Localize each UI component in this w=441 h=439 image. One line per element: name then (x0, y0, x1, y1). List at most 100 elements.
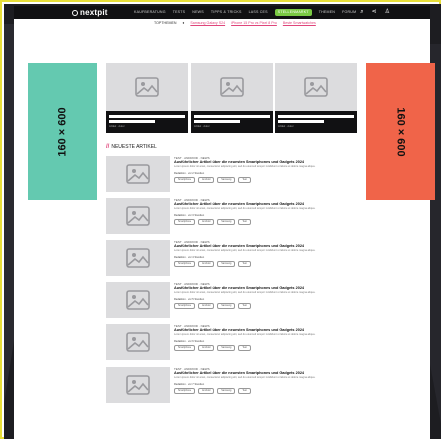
user-icon[interactable]: ♙ (385, 9, 390, 16)
article-author: Redaktion · vor 5 Stunden (174, 298, 205, 301)
article-excerpt: Lorem ipsum dolor sit amet, consectetur … (174, 207, 316, 210)
article-tag[interactable]: Samsung (217, 177, 236, 183)
article-tag[interactable]: Smartphone (174, 303, 196, 309)
article-thumbnail[interactable] (106, 324, 170, 360)
logo-icon (72, 9, 78, 16)
nav-item-stellenmarkt[interactable]: STELLENMARKT (274, 9, 312, 16)
article-excerpt: Lorem ipsum dolor sit amet, consectetur … (174, 165, 316, 168)
ad-skyscraper-right[interactable]: 160 × 600 (366, 63, 435, 200)
featured-card[interactable]: Artikel · Autor (191, 63, 273, 133)
article-tag[interactable]: Android (198, 219, 215, 225)
logo-text: nextpit (80, 8, 108, 17)
article-thumbnail[interactable] (106, 282, 170, 318)
top-topics-label: TOPTHEMEN (154, 21, 177, 25)
article-tag[interactable]: Android (198, 177, 215, 183)
featured-meta: Artikel · Autor (194, 125, 210, 128)
featured-meta: Artikel · Autor (278, 125, 294, 128)
article-item[interactable]: TEST · ANDROID · NEWS Ausführlicher Artik… (106, 282, 356, 320)
article-tag[interactable]: Android (198, 303, 215, 309)
featured-caption: Artikel · Autor (106, 111, 188, 133)
article-item[interactable]: TEST · ANDROID · NEWS Ausführlicher Artik… (106, 324, 356, 362)
article-tag[interactable]: Smartphone (174, 345, 196, 351)
search-icon[interactable]: ⌕ (360, 9, 363, 16)
article-tags: Smartphone Android Samsung Test (174, 177, 358, 183)
nav-item-news[interactable]: NEWS (192, 9, 204, 16)
article-body: TEST · ANDROID · NEWS Ausführlicher Artik… (174, 240, 358, 267)
article-tag[interactable]: Samsung (217, 345, 236, 351)
top-topics-bar: TOPTHEMEN ♦ Samsung Galaxy S24 iPhone 15… (154, 21, 316, 25)
featured-card[interactable]: Artikel · Autor (106, 63, 188, 133)
image-placeholder-icon (126, 248, 150, 268)
nav-item-tests[interactable]: TESTS (173, 9, 186, 16)
article-tag[interactable]: Samsung (217, 219, 236, 225)
article-author: Redaktion · vor 4 Stunden (174, 256, 205, 259)
header-actions: ⌕ ⋖ ♙ (360, 9, 390, 16)
article-tag[interactable]: Smartphone (174, 177, 196, 183)
article-tag[interactable]: Smartphone (174, 219, 196, 225)
article-tag[interactable]: Samsung (217, 261, 236, 267)
article-tag[interactable]: Android (198, 261, 215, 267)
article-thumbnail[interactable] (106, 367, 170, 403)
ad-size-label: 160 × 600 (56, 106, 69, 157)
article-excerpt: Lorem ipsum dolor sit amet, consectetur … (174, 249, 316, 252)
article-thumbnail[interactable] (106, 240, 170, 276)
topic-link[interactable]: Samsung Galaxy S24 (190, 21, 225, 25)
ad-size-label: 160 × 600 (394, 106, 407, 157)
topic-link[interactable]: iPhone 15 Pro vs Pixel 8 Pro (231, 21, 277, 25)
article-tags: Smartphone Android Samsung Test (174, 388, 358, 394)
topic-link[interactable]: Beste Smartwatches (283, 21, 316, 25)
article-body: TEST · ANDROID · NEWS Ausführlicher Artik… (174, 198, 358, 225)
featured-meta: Artikel · Autor (109, 125, 125, 128)
share-icon[interactable]: ⋖ (372, 9, 377, 16)
article-tag[interactable]: Android (198, 345, 215, 351)
article-tag[interactable]: Test (238, 177, 251, 183)
image-placeholder-icon (304, 77, 328, 97)
nav-item-ces[interactable]: LASS CES (249, 9, 268, 16)
page-content: nextpit KAUFBERATUNG TESTS NEWS TIPPS & … (14, 6, 435, 439)
featured-image (191, 63, 273, 111)
article-tag[interactable]: Test (238, 345, 251, 351)
article-tag[interactable]: Test (238, 303, 251, 309)
article-author: Redaktion · vor 6 Stunden (174, 340, 205, 343)
article-body: TEST · ANDROID · NEWS Ausführlicher Artik… (174, 282, 358, 309)
article-item[interactable]: TEST · ANDROID · NEWS Ausführlicher Artik… (106, 240, 356, 278)
article-item[interactable]: TEST · ANDROID · NEWS Ausführlicher Artik… (106, 156, 356, 194)
article-excerpt: Lorem ipsum dolor sit amet, consectetur … (174, 333, 316, 336)
article-thumbnail[interactable] (106, 198, 170, 234)
article-author: Redaktion · vor 7 Stunden (174, 383, 205, 386)
fire-icon: ♦ (182, 21, 185, 25)
image-placeholder-icon (126, 375, 150, 395)
article-body: TEST · ANDROID · NEWS Ausführlicher Artik… (174, 324, 358, 351)
image-placeholder-icon (126, 206, 150, 226)
nav-item-kaufberatung[interactable]: KAUFBERATUNG (134, 9, 166, 16)
article-tag[interactable]: Test (238, 388, 251, 394)
article-tag[interactable]: Samsung (217, 303, 236, 309)
article-tag[interactable]: Android (198, 388, 215, 394)
section-slash-icon: // (106, 144, 110, 150)
article-author: Redaktion · vor 2 Stunden (174, 172, 205, 175)
article-tag[interactable]: Smartphone (174, 388, 196, 394)
article-tag[interactable]: Smartphone (174, 261, 196, 267)
article-body: TEST · ANDROID · NEWS Ausführlicher Artik… (174, 367, 358, 394)
article-excerpt: Lorem ipsum dolor sit amet, consectetur … (174, 376, 316, 379)
featured-caption: Artikel · Autor (275, 111, 357, 133)
site-logo[interactable]: nextpit (72, 8, 108, 17)
nav-item-forum[interactable]: FORUM (342, 9, 356, 16)
section-title: NEUESTE ARTIKEL (111, 144, 157, 150)
article-thumbnail[interactable] (106, 156, 170, 192)
article-item[interactable]: TEST · ANDROID · NEWS Ausführlicher Artik… (106, 367, 356, 405)
top-navigation-bar: nextpit KAUFBERATUNG TESTS NEWS TIPPS & … (14, 6, 430, 19)
image-placeholder-icon (126, 164, 150, 184)
nav-item-tipps[interactable]: TIPPS & TRICKS (211, 9, 242, 16)
featured-card[interactable]: Artikel · Autor (275, 63, 357, 133)
main-nav: KAUFBERATUNG TESTS NEWS TIPPS & TRICKS L… (134, 9, 356, 16)
featured-image (275, 63, 357, 111)
article-tag[interactable]: Samsung (217, 388, 236, 394)
ad-skyscraper-left[interactable]: 160 × 600 (28, 63, 97, 200)
article-tags: Smartphone Android Samsung Test (174, 261, 358, 267)
article-excerpt: Lorem ipsum dolor sit amet, consectetur … (174, 291, 316, 294)
article-tag[interactable]: Test (238, 261, 251, 267)
article-item[interactable]: TEST · ANDROID · NEWS Ausführlicher Artik… (106, 198, 356, 236)
nav-item-themen[interactable]: THEMEN (319, 9, 335, 16)
article-tag[interactable]: Test (238, 219, 251, 225)
